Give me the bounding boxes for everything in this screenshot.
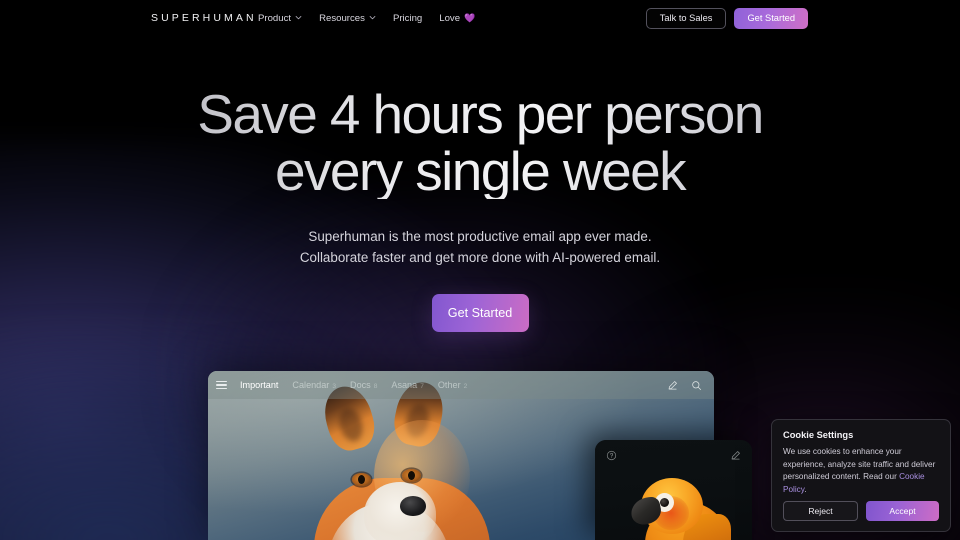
hamburger-icon[interactable] — [216, 381, 227, 389]
cookie-settings-banner: Cookie Settings We use cookies to enhanc… — [771, 419, 951, 532]
cookie-reject-button[interactable]: Reject — [783, 501, 858, 521]
logo-superhuman[interactable]: SUPERHUMAN — [151, 12, 257, 24]
nav-actions: Talk to Sales Get Started — [645, 7, 808, 29]
cookie-banner-body: We use cookies to enhance your experienc… — [783, 446, 939, 497]
parrot-illustration — [625, 478, 731, 540]
hero-get-started-button[interactable]: Get Started — [431, 294, 529, 333]
subheading-line-1: Superhuman is the most productive email … — [308, 229, 652, 245]
tab-asana-count: 7 — [420, 383, 424, 390]
page-root: SUPERHUMAN Product Resources Pricing Lov… — [0, 0, 960, 540]
tab-other[interactable]: Other 2 — [438, 380, 467, 390]
app-tab-list: Important Calendar 3 Docs 8 Asana 7 Othe… — [240, 380, 467, 390]
app-toolbar-icons — [667, 380, 702, 391]
nav-item-product-label: Product — [258, 12, 292, 24]
compose-pencil-icon[interactable] — [667, 380, 678, 391]
chevron-down-icon — [295, 14, 302, 21]
headline-line-1: Save 4 hours per person — [197, 83, 763, 145]
subheading-line-2: Collaborate faster and get more done wit… — [299, 249, 661, 265]
top-navigation: SUPERHUMAN Product Resources Pricing Lov… — [0, 0, 960, 36]
compose-pencil-icon[interactable] — [730, 450, 741, 461]
nav-item-love[interactable]: Love 💜 — [439, 13, 475, 24]
tab-docs-label: Docs — [350, 380, 371, 390]
parrot-card-toolbar — [595, 440, 752, 470]
nav-item-resources-label: Resources — [319, 12, 365, 24]
page-title: Save 4 hours per person every single wee… — [0, 86, 960, 199]
cookie-banner-title: Cookie Settings — [783, 430, 854, 440]
app-toolbar: Important Calendar 3 Docs 8 Asana 7 Othe… — [208, 371, 714, 399]
nav-item-product[interactable]: Product — [258, 13, 302, 24]
fox-nose — [400, 496, 426, 516]
fox-muzzle — [364, 482, 436, 540]
parrot-eye — [660, 498, 669, 507]
tab-other-count: 2 — [463, 383, 468, 390]
cookie-body-text-end: . — [804, 485, 807, 495]
fox-eye-right — [402, 469, 421, 482]
fox-illustration — [278, 377, 510, 540]
tab-calendar-count: 3 — [332, 383, 336, 390]
nav-item-pricing[interactable]: Pricing — [393, 13, 422, 24]
tab-calendar-label: Calendar — [292, 380, 330, 390]
tab-docs[interactable]: Docs 8 — [350, 380, 377, 390]
tab-important[interactable]: Important — [240, 380, 278, 390]
headline-line-2: every single week — [275, 139, 685, 202]
hero-subheading: Superhuman is the most productive email … — [0, 227, 960, 268]
chevron-down-icon — [369, 14, 376, 21]
cookie-banner-actions: Reject Accept — [783, 501, 939, 521]
fox-eye-left — [352, 473, 371, 486]
tab-asana[interactable]: Asana 7 — [391, 380, 423, 390]
purple-heart-icon: 💜 — [464, 12, 476, 23]
tab-asana-label: Asana — [391, 380, 418, 390]
tab-docs-count: 8 — [373, 383, 378, 390]
hero-section: Save 4 hours per person every single wee… — [0, 86, 960, 333]
nav-item-pricing-label: Pricing — [392, 12, 423, 24]
search-icon[interactable] — [691, 380, 702, 391]
nav-item-resources[interactable]: Resources — [319, 13, 376, 24]
nav-item-love-label: Love — [439, 12, 461, 24]
nav-get-started-button[interactable]: Get Started — [734, 7, 808, 29]
nav-links: Product Resources Pricing Love 💜 — [258, 13, 475, 24]
tab-other-label: Other — [437, 380, 461, 390]
tab-important-label: Important — [240, 380, 279, 390]
hero-cta-wrapper: Get Started — [0, 294, 960, 333]
parrot-preview-card — [595, 440, 752, 540]
cookie-accept-button[interactable]: Accept — [866, 501, 939, 521]
help-circle-icon[interactable] — [606, 450, 617, 461]
tab-calendar[interactable]: Calendar 3 — [292, 380, 336, 390]
talk-to-sales-button[interactable]: Talk to Sales — [645, 7, 727, 29]
